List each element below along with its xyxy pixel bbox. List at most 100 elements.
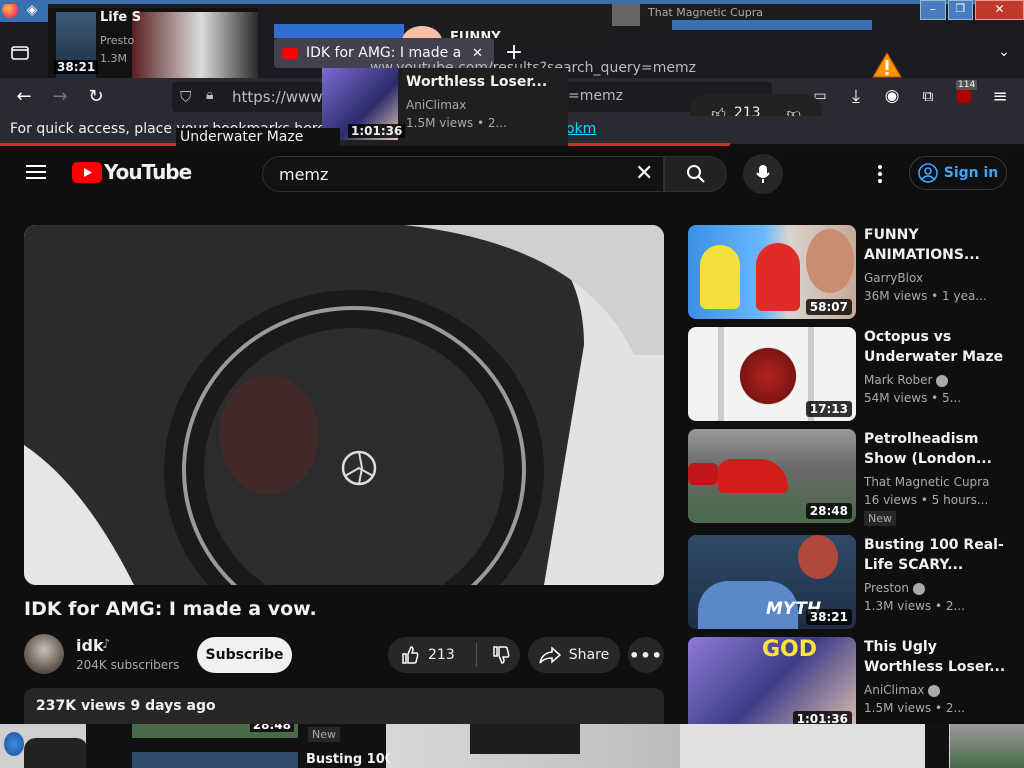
search-value: memz bbox=[279, 164, 329, 184]
ghost-title-funny: FUNNY bbox=[450, 30, 501, 38]
search-button[interactable] bbox=[664, 156, 727, 192]
recommendation-title[interactable]: Petrolheadism Show (London... bbox=[864, 429, 1014, 469]
bookmarks-link-ghost[interactable]: okm bbox=[566, 121, 596, 137]
video-player[interactable] bbox=[24, 225, 664, 585]
recommendation-channel[interactable]: Mark Rober bbox=[864, 373, 949, 387]
recommendation-item[interactable]: MYTH 38:21 Busting 100 Real-Life SCARY..… bbox=[688, 535, 1018, 629]
recommendation-item[interactable]: 58:07 FUNNY ANIMATIONS... GarryBlox 36M … bbox=[688, 225, 1018, 319]
ghost-thumbnail-top2: FUNNY bbox=[274, 4, 610, 38]
diamond-icon[interactable]: ◈ bbox=[24, 2, 40, 18]
downloads-button[interactable]: ⤓ bbox=[842, 82, 870, 110]
ghost-popup-meta: 1.5M views • 2... bbox=[406, 116, 507, 130]
channel-name[interactable]: idk bbox=[76, 636, 104, 655]
url-ghost-text-2: =memz bbox=[568, 88, 623, 104]
guide-button[interactable] bbox=[24, 160, 48, 184]
share-button[interactable]: Share bbox=[528, 637, 620, 673]
logo-text: YouTube bbox=[104, 160, 192, 184]
tabs-icon bbox=[11, 46, 29, 60]
ghost-views: 1.3M bbox=[100, 52, 127, 65]
more-vertical-icon bbox=[878, 165, 882, 169]
recommendation-title[interactable]: This Ugly Worthless Loser... bbox=[864, 637, 1014, 677]
duration: 38:21 bbox=[805, 609, 852, 625]
ghost-label-box: Underwater Maze bbox=[176, 128, 340, 146]
list-tabs-button[interactable] bbox=[6, 38, 34, 66]
settings-menu-button[interactable] bbox=[872, 162, 888, 186]
thumbs-up-icon bbox=[402, 646, 419, 664]
ghost-thumbnail-top: 38:21 Life S Presto 1.3M bbox=[48, 8, 258, 82]
duration: 58:07 bbox=[805, 299, 852, 315]
more-horizontal-icon: ••• bbox=[629, 645, 663, 665]
ghost-bar bbox=[672, 20, 872, 30]
clear-search-icon[interactable]: ✕ bbox=[635, 161, 653, 186]
recommendation-title[interactable]: Octopus vs Underwater Maze bbox=[864, 327, 1014, 367]
recommendation-title[interactable]: Busting 100 Real-Life SCARY... bbox=[864, 535, 1014, 575]
subscriber-count: 204K subscribers bbox=[76, 658, 180, 672]
recommendation-item[interactable]: 17:13 Octopus vs Underwater Maze Mark Ro… bbox=[688, 327, 1018, 421]
recommendation-meta: 16 views • 5 hours... bbox=[864, 493, 989, 507]
hamburger-icon bbox=[26, 165, 46, 179]
recommendation-meta: 1.3M views • 2... bbox=[864, 599, 965, 613]
like-button[interactable]: 213 bbox=[388, 643, 477, 667]
recommendation-meta: 36M views • 1 yea... bbox=[864, 289, 987, 303]
recommendation-thumbnail[interactable]: MYTH 38:21 bbox=[688, 535, 856, 629]
recommendation-thumbnail[interactable]: GOD 1:01:36 bbox=[688, 637, 856, 731]
firefox-icon[interactable] bbox=[2, 2, 18, 18]
recommendation-channel[interactable]: GarryBlox bbox=[864, 271, 923, 285]
subscribe-button[interactable]: Subscribe bbox=[197, 637, 292, 673]
recommendation-item[interactable]: GOD 1:01:36 This Ugly Worthless Loser...… bbox=[688, 637, 1018, 731]
youtube-logo[interactable]: YouTube bbox=[72, 160, 192, 184]
sign-in-button[interactable]: Sign in bbox=[909, 156, 1007, 190]
close-button[interactable]: ✕ bbox=[975, 0, 1024, 20]
search-input[interactable]: memz ✕ bbox=[262, 156, 664, 192]
recommendation-channel[interactable]: AniClimax bbox=[864, 683, 941, 697]
video-title: IDK for AMG: I made a vow. bbox=[24, 598, 317, 620]
ghost-bottom-new: New bbox=[308, 727, 340, 742]
youtube-play-icon bbox=[72, 161, 102, 183]
menu-button[interactable]: ≡ bbox=[986, 82, 1014, 110]
sign-in-label: Sign in bbox=[943, 165, 999, 181]
reload-button[interactable]: ↻ bbox=[82, 82, 110, 110]
bottom-glitch-strip: 28:48 New Busting 100 R bbox=[0, 724, 1024, 768]
reload-icon: ↻ bbox=[88, 85, 104, 107]
description-box[interactable]: 237K views 9 days ago bbox=[24, 688, 664, 724]
account-button[interactable]: ◉ bbox=[878, 82, 906, 110]
ghost-channel: Presto bbox=[100, 34, 135, 47]
voice-search-button[interactable] bbox=[743, 154, 783, 194]
extensions-button[interactable]: ⧉ bbox=[914, 82, 942, 110]
back-button[interactable]: ← bbox=[10, 82, 38, 110]
maximize-button[interactable]: ❐ bbox=[947, 0, 973, 20]
dislike-button[interactable] bbox=[477, 645, 511, 665]
recommendation-channel[interactable]: Preston bbox=[864, 581, 925, 595]
recommendation-thumbnail[interactable]: 58:07 bbox=[688, 225, 856, 319]
microphone-icon bbox=[756, 165, 770, 183]
recommendation-thumbnail[interactable]: 28:48 bbox=[688, 429, 856, 523]
more-actions-button[interactable]: ••• bbox=[628, 637, 664, 673]
forward-button[interactable]: → bbox=[46, 82, 74, 110]
minimize-button[interactable]: – bbox=[920, 0, 946, 20]
url-text: https://www. bbox=[232, 88, 326, 106]
channel-avatar[interactable] bbox=[24, 634, 64, 674]
recommendation-channel[interactable]: That Magnetic Cupra bbox=[864, 475, 989, 489]
extension-badge-button[interactable]: 114 bbox=[950, 80, 978, 110]
tab-overflow-button[interactable]: ⌄ bbox=[990, 38, 1018, 66]
search-icon bbox=[686, 165, 705, 183]
views-date: 237K views 9 days ago bbox=[36, 698, 216, 714]
lock-icon: 🔒︎ bbox=[206, 87, 214, 103]
chevron-down-icon: ⌄ bbox=[998, 44, 1010, 60]
shield-icon[interactable]: ⛉ bbox=[180, 88, 191, 106]
verified-icon bbox=[912, 582, 925, 595]
back-arrow-icon: ← bbox=[16, 85, 32, 107]
verified-icon bbox=[928, 684, 941, 697]
start-button-icon[interactable] bbox=[4, 732, 24, 756]
like-count: 213 bbox=[428, 647, 455, 663]
download-icon: ⤓ bbox=[852, 85, 860, 107]
ghost-popup-label: Underwater Maze bbox=[180, 129, 304, 145]
ghost-popup-duration: 1:01:36 bbox=[348, 124, 406, 138]
recommendation-thumbnail[interactable]: 17:13 bbox=[688, 327, 856, 421]
tab-close-icon[interactable]: ✕ bbox=[472, 46, 483, 61]
tab-title: IDK for AMG: I made a vo bbox=[306, 45, 466, 61]
recommendation-title[interactable]: FUNNY ANIMATIONS... bbox=[864, 225, 1014, 265]
puzzle-icon: ⧉ bbox=[922, 87, 934, 105]
recommendation-item[interactable]: 28:48 Petrolheadism Show (London... That… bbox=[688, 429, 1018, 526]
duration: 17:13 bbox=[805, 401, 852, 417]
